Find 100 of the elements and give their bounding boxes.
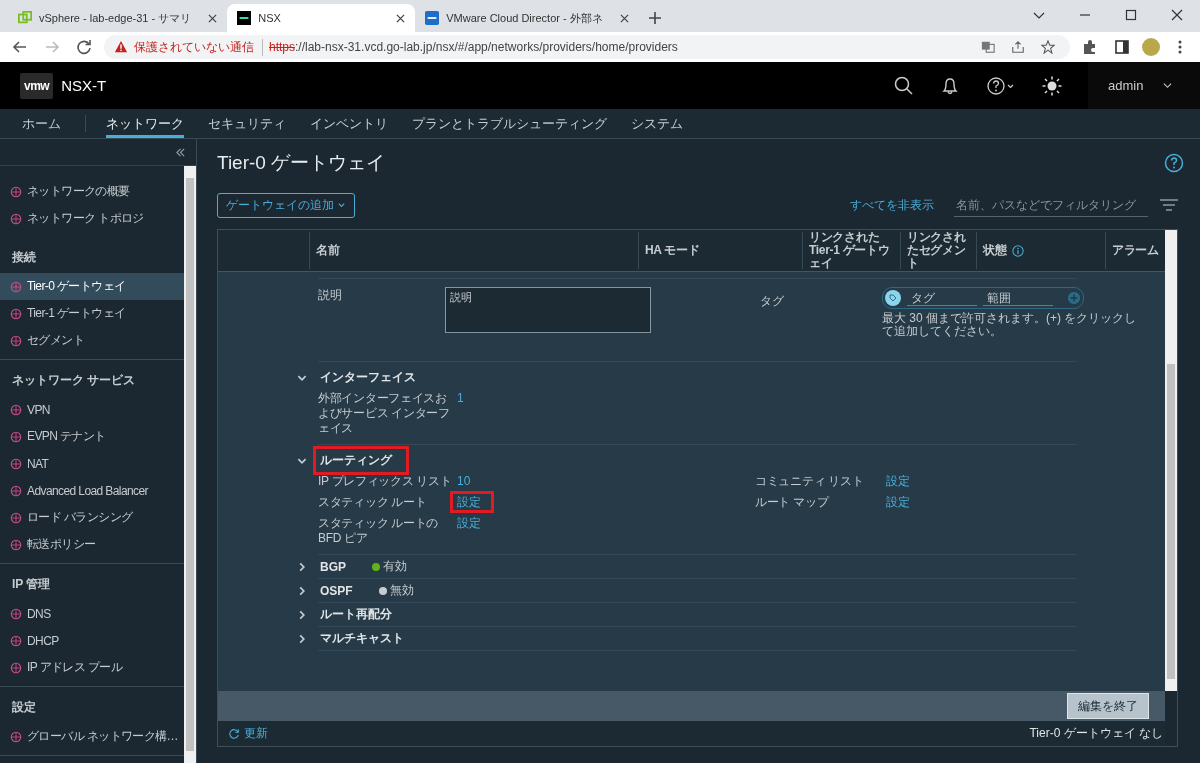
sidebar-item[interactable]: Tier-1 ゲートウェイ [0, 300, 184, 327]
warning-icon [114, 40, 128, 54]
tab-title: NSX [258, 12, 282, 24]
crosshair-icon [10, 307, 22, 320]
sidebar-item[interactable]: EVPN テナント [0, 423, 184, 450]
scrollbar[interactable] [1165, 230, 1177, 691]
collapse-icon[interactable] [175, 146, 186, 158]
help-icon[interactable] [1164, 153, 1184, 173]
hide-all-link[interactable]: すべてを非表示 [850, 196, 934, 214]
sidebar-item[interactable]: Advanced Load Balancer [0, 477, 184, 504]
product-name: NSX-T [61, 77, 107, 94]
close-icon[interactable] [208, 13, 218, 23]
sidebar-item[interactable]: VPN [0, 396, 184, 423]
field-link[interactable]: 10 [453, 474, 475, 488]
crosshair-icon [10, 634, 22, 647]
column-header: 名前 [316, 243, 340, 258]
crosshair-icon [10, 538, 22, 551]
scrollbar[interactable] [184, 166, 196, 763]
browser-tab[interactable]: vSphere - lab-edge-31 - サマリ [8, 4, 228, 32]
section-title[interactable]: マルチキャスト [316, 630, 408, 647]
nav-tab[interactable]: システム [631, 109, 683, 138]
refresh-button[interactable]: 更新 [228, 725, 268, 742]
section-title[interactable]: BGP [316, 559, 350, 574]
field-label: 外部インターフェイスおよびサービス インターフェイス [318, 391, 451, 436]
sidebar-item[interactable]: ネットワーク トポロジ [0, 205, 184, 232]
close-icon[interactable] [396, 13, 406, 23]
chevron-down-icon [1163, 81, 1173, 90]
field-label: ルート マップ [755, 495, 830, 510]
sidebar-item[interactable]: IP アドレス プール [0, 654, 184, 681]
sidebar-heading: IP 管理 [11, 576, 52, 593]
crosshair-icon [10, 280, 22, 293]
sidebar-item[interactable]: ロード バランシング [0, 504, 184, 531]
field-label: IP プレフィックス リスト [318, 474, 452, 489]
sidebar-item[interactable]: DHCP [0, 627, 184, 654]
crosshair-icon [10, 334, 22, 347]
address-bar[interactable]: 保護されていない通信 https://lab-nsx-31.vcd.go-lab.jp/nsx/#/app/networks/providers/home/providers [104, 35, 1070, 59]
field-link[interactable]: 1 [453, 391, 468, 405]
browser-tab[interactable]: NSX [227, 4, 416, 32]
field-link[interactable]: 設定 [453, 516, 485, 530]
search-icon[interactable] [894, 75, 914, 96]
crosshair-icon [10, 484, 22, 497]
crosshair-icon [10, 511, 22, 524]
field-label: スタティック ルート [318, 495, 428, 510]
tag-field[interactable]: タグ [907, 290, 977, 306]
crosshair-icon [10, 212, 22, 225]
crosshair-icon [10, 730, 22, 743]
vmware-icon [425, 11, 440, 25]
brightness-icon[interactable] [1042, 75, 1062, 96]
hint-text: 最大 30 個まで許可されます。(+) をクリックして追加してください。 [882, 312, 1137, 339]
sidebar-item[interactable]: NAT [0, 450, 184, 477]
nav-tab[interactable]: セキュリティ [208, 109, 286, 138]
tab-title: VMware Cloud Director - 外部ネ [446, 10, 603, 26]
caret-icon [337, 200, 346, 210]
vsphere-icon [18, 11, 32, 25]
tag-icon [885, 290, 901, 306]
field-label: スタティック ルートの BFD ピア [318, 516, 440, 546]
help-icon[interactable] [986, 75, 1016, 96]
description-field[interactable]: 説明 [445, 287, 651, 333]
sidebar-heading: 設定 [11, 699, 37, 716]
field-link[interactable]: 設定 [453, 494, 491, 510]
sidebar-item[interactable]: グローバル ネットワーク構… [0, 723, 184, 750]
notification-bell-icon[interactable] [940, 75, 960, 96]
sidebar-item[interactable]: Tier-0 ゲートウェイ [0, 273, 184, 300]
sidebar-item[interactable]: DNS [0, 600, 184, 627]
section-title[interactable]: ルーティング [316, 449, 406, 472]
field-link[interactable]: 設定 [882, 495, 914, 509]
sidebar-item[interactable]: 転送ポリシー [0, 531, 184, 558]
user-menu[interactable]: admin [1088, 62, 1200, 109]
add-gateway-button[interactable]: ゲートウェイの追加 [217, 192, 355, 218]
status-text: 無効 [389, 582, 414, 599]
crosshair-icon [10, 607, 22, 620]
filter-field[interactable]: 名前、パスなどでフィルタリング [954, 193, 1148, 217]
field-label: 説明 [318, 287, 343, 304]
crosshair-icon [10, 430, 22, 443]
page-title: Tier-0 ゲートウェイ [217, 151, 386, 175]
nav-tab[interactable]: インベントリ [310, 109, 388, 138]
sidebar-item[interactable]: セグメント [0, 327, 184, 354]
finish-editing-button[interactable]: 編集を終了 [1067, 693, 1149, 719]
filter-icon[interactable] [1160, 199, 1178, 211]
column-header: 状態 [983, 243, 1007, 258]
scope-field[interactable]: 範囲 [983, 290, 1053, 306]
info-icon[interactable] [1012, 244, 1025, 257]
field-label: コミュニティ リスト [755, 474, 865, 489]
tab-title: vSphere - lab-edge-31 - サマリ [39, 10, 192, 26]
section-title[interactable]: インターフェイス [316, 369, 420, 386]
section-title[interactable]: OSPF [316, 583, 357, 598]
field-link[interactable]: 設定 [882, 474, 914, 488]
column-header: リンクされた Tier-1 ゲートウェイ [809, 230, 891, 271]
nsx-icon [237, 11, 252, 25]
new-tab-icon[interactable] [648, 12, 661, 24]
refresh-icon [228, 727, 240, 740]
vmware-logo: vmw [20, 72, 54, 99]
section-title[interactable]: ルート再配分 [316, 606, 396, 623]
sidebar-item[interactable]: ネットワークの概要 [0, 178, 184, 205]
crosshair-icon [10, 661, 22, 674]
nav-tab[interactable]: ホーム [22, 109, 61, 138]
close-icon[interactable] [619, 13, 629, 23]
browser-tab[interactable]: VMware Cloud Director - 外部ネ [415, 4, 639, 32]
sidebar-heading: ネットワーク サービス [11, 372, 137, 389]
nav-tab[interactable]: プランとトラブルシューティング [412, 109, 607, 138]
